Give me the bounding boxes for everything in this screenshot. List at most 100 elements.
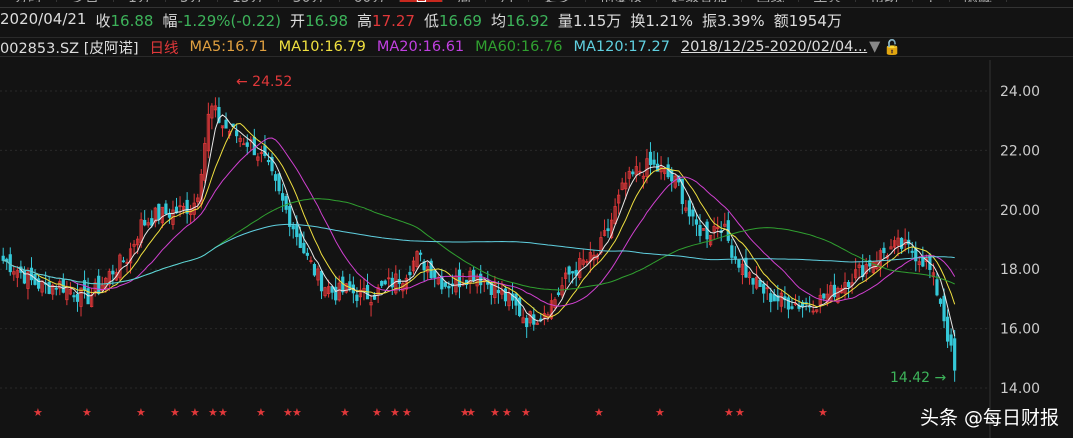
candle-body (472, 269, 476, 281)
candle-body (769, 293, 773, 303)
signal-star-icon: ★ (292, 406, 302, 419)
candle-body (245, 142, 249, 147)
candle-body (762, 283, 766, 294)
candle-body (319, 270, 324, 292)
candle-body (291, 225, 295, 230)
candle-body (900, 237, 904, 249)
candle-body (518, 297, 522, 317)
ma5-line (3, 114, 956, 337)
signal-star-icon: ★ (490, 406, 500, 419)
candle-body (935, 279, 939, 296)
signal-star-icon: ★ (33, 406, 43, 419)
candle-body (167, 213, 172, 218)
candle-body (751, 278, 755, 285)
candle-body (29, 267, 34, 281)
candle-body (758, 279, 762, 288)
candle-body (54, 287, 58, 290)
candle-body (355, 294, 359, 301)
candle-body (652, 159, 656, 165)
candle-body (694, 219, 699, 225)
candle-body (705, 221, 709, 240)
candle-body (443, 282, 447, 287)
candle-body (786, 297, 791, 310)
candle-body (302, 242, 306, 254)
candle-body (266, 159, 271, 163)
signal-star-icon: ★ (82, 406, 92, 419)
candle-body (263, 145, 267, 156)
candle-body (631, 171, 635, 175)
candle-body (822, 293, 826, 299)
candle-body (687, 200, 691, 217)
candle-body (383, 280, 387, 285)
candle-body (273, 174, 278, 181)
y-tick-label: 18.00 (1000, 262, 1040, 278)
signal-star-icon: ★ (502, 406, 512, 419)
signal-star-icon: ★ (190, 406, 200, 419)
candle-body (72, 295, 76, 298)
candle-body (111, 270, 115, 275)
signal-star-icon: ★ (136, 406, 146, 419)
signal-star-icon: ★ (594, 406, 604, 419)
signal-star-icon: ★ (655, 406, 665, 419)
candle-body (75, 293, 80, 302)
candle-body (380, 280, 384, 286)
signal-star-icon: ★ (170, 406, 180, 419)
candle-body (224, 119, 228, 129)
candle-body (447, 285, 451, 289)
y-tick-label: 14.00 (1000, 381, 1040, 397)
candle-body (525, 317, 529, 328)
signal-star-icon: ★ (402, 406, 412, 419)
candle-body (571, 271, 575, 274)
candle-body (408, 271, 412, 276)
candle-body (288, 206, 292, 227)
y-tick-label: 20.00 (1000, 203, 1040, 219)
candle-body (730, 245, 734, 258)
candle-body (949, 334, 953, 346)
signal-star-icon: ★ (735, 406, 745, 419)
signal-star-icon: ★ (208, 406, 218, 419)
signal-star-icon: ★ (218, 406, 228, 419)
y-tick-label: 24.00 (1000, 84, 1040, 100)
max-price-label: ← 24.52 (236, 74, 292, 90)
candle-body (433, 270, 437, 278)
candle-body (284, 196, 288, 210)
signal-star-icon: ★ (521, 406, 531, 419)
candle-body (910, 250, 914, 253)
signal-star-icon: ★ (724, 406, 734, 419)
candle-body (121, 260, 126, 263)
candle-body (938, 298, 943, 304)
candle-body (157, 203, 161, 220)
y-tick-label: 22.00 (1000, 143, 1040, 159)
candle-body (1, 255, 5, 261)
candle-body (390, 277, 394, 288)
candle-body (47, 281, 51, 294)
signal-star-icon: ★ (466, 406, 476, 419)
candle-body (921, 257, 925, 267)
candle-body (97, 275, 101, 294)
candle-body (744, 257, 748, 278)
candle-body (281, 193, 285, 201)
candle-body (648, 151, 653, 166)
candle-body (790, 306, 794, 309)
min-price-label: 14.42 → (890, 370, 947, 386)
candlestick-chart[interactable]: 24.00 22.00 20.00 18.00 16.00 14.00 ← 24.52 14.… (0, 0, 1073, 438)
candle-body (606, 228, 610, 232)
candle-body (953, 338, 957, 371)
candle-body (277, 173, 281, 192)
watermark: 头条 @每日财报 (919, 407, 1059, 429)
signal-star-icon: ★ (372, 406, 382, 419)
candle-body (846, 281, 851, 288)
signal-star-icon: ★ (818, 406, 828, 419)
signal-star-icon: ★ (340, 406, 350, 419)
candle-body (942, 295, 946, 322)
candle-body (698, 224, 702, 236)
candle-body (312, 264, 317, 276)
candle-body (737, 259, 741, 268)
candle-body (235, 130, 239, 137)
candle-body (298, 233, 302, 248)
candle-body (691, 209, 695, 217)
signal-star-icon: ★ (390, 406, 400, 419)
candle-body (164, 203, 168, 215)
candle-body (733, 256, 737, 259)
signal-star-icon: ★ (256, 406, 266, 419)
